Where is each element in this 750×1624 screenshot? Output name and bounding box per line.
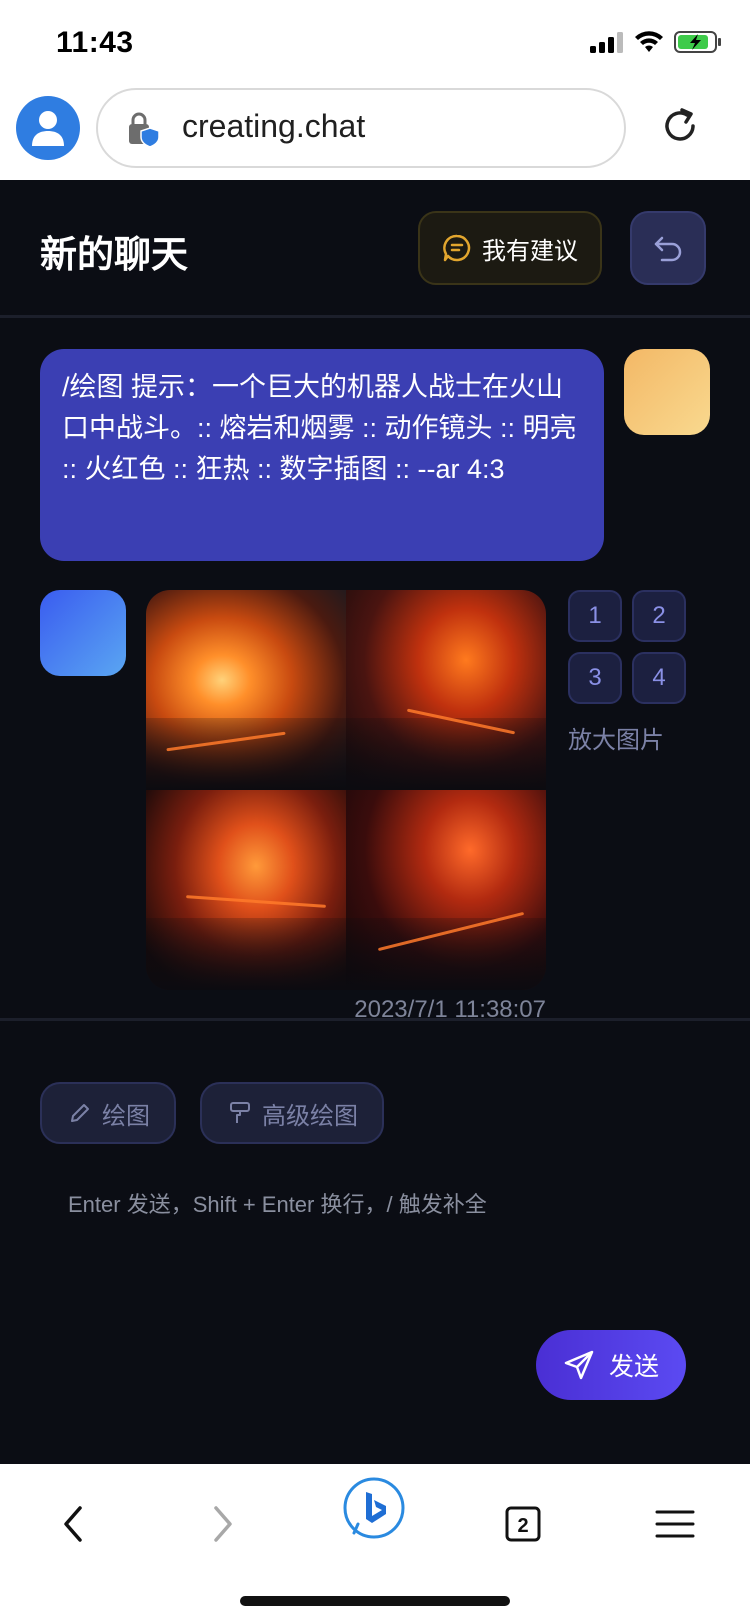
home-indicator <box>240 1596 510 1606</box>
pencil-icon <box>71 1104 89 1122</box>
paint-roller-icon <box>230 1102 250 1123</box>
profile-avatar[interactable] <box>16 96 80 160</box>
image-select-1[interactable]: 1 <box>568 590 622 642</box>
image-select-2[interactable]: 2 <box>632 590 686 642</box>
image-select-4[interactable]: 4 <box>632 652 686 704</box>
browser-bottom-bar: 2 <box>0 1464 750 1624</box>
bing-icon[interactable] <box>340 1476 408 1544</box>
generated-image-4 <box>346 790 546 990</box>
forward-arrow-icon[interactable] <box>210 1504 236 1544</box>
status-time: 11:43 <box>56 26 134 59</box>
image-shadow <box>346 718 546 790</box>
draw-button[interactable]: 绘图 <box>40 1082 176 1144</box>
reload-icon[interactable] <box>660 106 700 146</box>
image-select-3[interactable]: 3 <box>568 652 622 704</box>
generated-image-1 <box>146 590 346 790</box>
tabs-count: 2 <box>517 1515 528 1537</box>
user-icon <box>32 111 64 146</box>
signal-icon <box>590 32 623 53</box>
user-message: /绘图 提示：一个巨大的机器人战士在火山口中战斗。:: 熔岩和烟雾 :: 动作镜… <box>40 349 604 561</box>
status-bar: 11:43 <box>0 0 750 88</box>
url-text: creating.chat <box>182 108 366 144</box>
wifi-icon <box>635 31 663 52</box>
undo-icon <box>654 236 682 262</box>
status-icons <box>590 30 722 54</box>
advanced-draw-label: 高级绘图 <box>262 1102 358 1130</box>
suggestion-label: 我有建议 <box>482 237 578 265</box>
browser-address-row: creating.chat <box>0 88 750 180</box>
image-shadow <box>146 718 346 790</box>
battery-icon <box>674 31 721 53</box>
tabs-icon[interactable]: 2 <box>505 1506 541 1542</box>
lock-icon <box>129 112 160 148</box>
suggestion-button[interactable]: 我有建议 <box>418 211 602 285</box>
suggestion-icon <box>443 234 471 262</box>
user-avatar <box>624 349 710 435</box>
menu-icon[interactable] <box>655 1508 695 1540</box>
image-shadow <box>346 918 546 990</box>
generated-image-grid[interactable] <box>146 590 546 990</box>
advanced-draw-button[interactable]: 高级绘图 <box>200 1082 384 1144</box>
generated-image-3 <box>146 790 346 990</box>
image-shadow <box>146 918 346 990</box>
chat-app: 新的聊天 我有建议 /绘图 提示：一个巨大的机器人战士在火山口中战斗。:: 熔岩… <box>0 180 750 1464</box>
page-title: 新的聊天 <box>40 234 188 275</box>
address-bar[interactable]: creating.chat <box>96 88 626 168</box>
back-arrow-icon[interactable] <box>60 1504 86 1544</box>
divider <box>0 1018 750 1021</box>
bot-avatar <box>40 590 126 676</box>
image-lava <box>186 895 326 908</box>
send-icon <box>564 1350 594 1380</box>
zoom-image-label: 放大图片 <box>568 727 664 754</box>
undo-button[interactable] <box>630 211 706 285</box>
page: 11:43 creating.chat 新的聊天 我有建议 /绘图 提示：一个巨… <box>0 0 750 1624</box>
generated-image-2 <box>346 590 546 790</box>
send-button[interactable]: 发送 <box>536 1330 686 1400</box>
chat-header: 新的聊天 我有建议 <box>0 180 750 318</box>
send-label: 发送 <box>608 1353 659 1381</box>
draw-label: 绘图 <box>102 1102 150 1130</box>
message-input[interactable]: Enter 发送，Shift + Enter 换行，/ 触发补全 <box>68 1187 487 1219</box>
